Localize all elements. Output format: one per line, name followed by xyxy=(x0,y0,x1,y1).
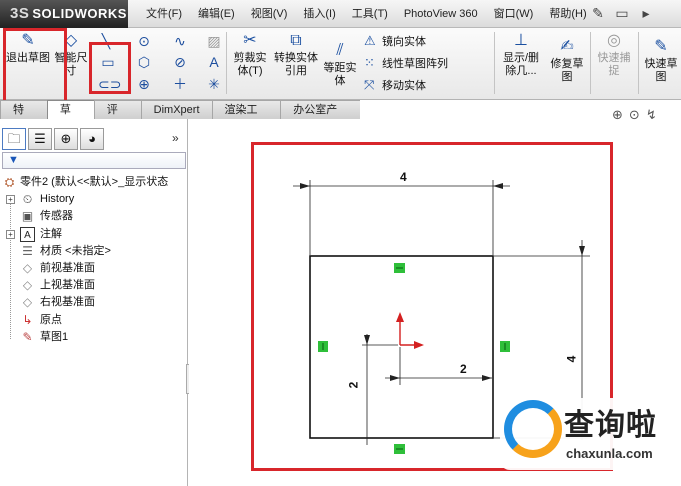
watermark-brand: 查询啦 xyxy=(564,408,657,443)
watermark-url: chaxunla.com xyxy=(566,446,653,461)
watermark: 查询啦 chaxunla.com xyxy=(500,398,675,470)
watermark-logo-icon xyxy=(504,400,562,458)
